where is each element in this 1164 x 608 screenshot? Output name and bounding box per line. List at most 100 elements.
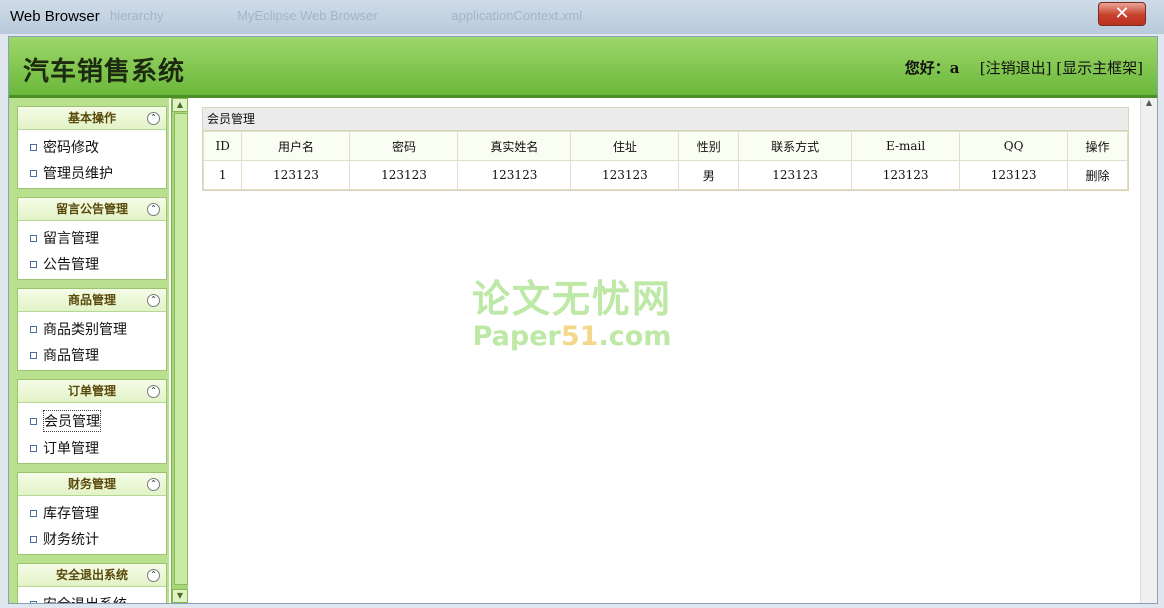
table-row: 1 123123 123123 123123 123123 男 123123 123123 12… [202, 160, 1128, 190]
column-header: 用户名 [241, 131, 351, 161]
sidebar-item[interactable]: 库存管理 [18, 500, 166, 526]
table-cell: 123123 [959, 160, 1069, 190]
table-cell: 123123 [738, 160, 853, 190]
main-content: 会员管理 ID 用户名 密码 真实姓名 住址 性别 联系方式 E-mail QQ 操作 1 1231… [189, 98, 1141, 603]
sidebar-item-label: 库存管理 [43, 506, 99, 522]
sidebar-section-header[interactable]: 基本操作 ⌃ [18, 107, 166, 130]
sidebar-item[interactable]: 商品管理 [18, 342, 166, 368]
bullet-icon [30, 444, 37, 452]
sidebar-item-label: 留言管理 [43, 231, 99, 247]
sidebar-item[interactable]: 密码修改 [18, 134, 166, 160]
sidebar-item[interactable]: 管理员维护 [18, 160, 166, 186]
table-cell: 123123 [241, 160, 351, 190]
column-header: 性别 [678, 131, 740, 161]
app-title: 汽车销售系统 [23, 57, 186, 87]
bullet-icon [30, 535, 37, 543]
sidebar-section: 留言公告管理 ⌃ 留言管理公告管理 [17, 197, 167, 280]
sidebar-item-label: 密码修改 [43, 140, 99, 156]
sidebar-item-label: 安全退出系统 [43, 594, 127, 603]
logout-link[interactable]: [注销退出] [980, 59, 1052, 77]
bullet-icon [30, 600, 37, 603]
panel-title: 会员管理 [203, 108, 1128, 131]
bullet-icon [30, 260, 37, 268]
sidebar-item[interactable]: 订单管理 [18, 435, 166, 461]
bullet-icon [30, 325, 37, 333]
table-cell: 123123 [570, 160, 680, 190]
sidebar-item-label: 订单管理 [43, 441, 99, 457]
background-tabs: hierarchy MyEclipse Web Browser applicat… [110, 8, 652, 23]
column-header: 操作 [1067, 131, 1128, 161]
greeting-label: 您好： [904, 59, 950, 77]
member-panel: 会员管理 ID 用户名 密码 真实姓名 住址 性别 联系方式 E-mail QQ 操作 1 1231… [202, 107, 1129, 191]
username: a [949, 59, 960, 77]
bullet-icon [30, 509, 37, 517]
sidebar-item[interactable]: 留言管理 [18, 225, 166, 251]
header-user-area: 您好：a [注销退出] [显示主框架] [905, 57, 1143, 78]
scroll-down-arrow-icon[interactable]: ▼ [172, 589, 188, 603]
delete-link[interactable]: 删除 [1067, 160, 1128, 190]
sidebar-section-title: 安全退出系统 [55, 568, 128, 582]
collapse-icon[interactable]: ⌃ [147, 112, 160, 125]
column-header: 联系方式 [738, 131, 853, 161]
column-header: QQ [959, 131, 1069, 161]
app-header: 汽车销售系统 您好：a [注销退出] [显示主框架] [9, 37, 1157, 98]
column-header: 密码 [349, 131, 459, 161]
bullet-icon [30, 417, 37, 425]
sidebar-section: 商品管理 ⌃ 商品类别管理 商品管理 [17, 288, 167, 371]
sidebar-item-label: 公告管理 [43, 257, 99, 273]
sidebar-section-title: 留言公告管理 [55, 202, 128, 216]
sidebar-section: 安全退出系统 ⌃ 安全退出系统 [17, 563, 167, 603]
ghost-tab: applicationContext.xml [451, 8, 583, 23]
bullet-icon [30, 169, 37, 177]
close-icon: ✕ [1114, 3, 1130, 24]
scroll-thumb[interactable] [174, 113, 188, 585]
collapse-icon[interactable]: ⌃ [147, 569, 160, 582]
sidebar-section-header[interactable]: 留言公告管理 ⌃ [18, 198, 166, 221]
column-header: E-mail [851, 131, 961, 161]
sidebar-section-header[interactable]: 商品管理 ⌃ [18, 289, 166, 312]
table-header-row: ID 用户名 密码 真实姓名 住址 性别 联系方式 E-mail QQ 操作 [202, 131, 1128, 161]
table-cell: 123123 [851, 160, 961, 190]
sidebar-section-title: 商品管理 [67, 293, 116, 307]
column-header: 真实姓名 [457, 131, 572, 161]
sidebar: 基本操作 ⌃ 密码修改管理员维护留言公告管理 ⌃ 留言管理公告管理商品管理 ⌃ 商品类别管理… [9, 98, 169, 603]
table-cell: 男 [678, 160, 740, 190]
collapse-icon[interactable]: ⌃ [147, 294, 160, 307]
table-cell: 123123 [349, 160, 459, 190]
table-cell: 123123 [457, 160, 572, 190]
scroll-up-arrow-icon[interactable]: ▲ [1141, 98, 1157, 107]
sidebar-item-label: 商品类别管理 [43, 322, 127, 338]
collapse-icon[interactable]: ⌃ [147, 203, 160, 216]
sidebar-section-title: 订单管理 [67, 384, 116, 398]
sidebar-item[interactable]: 公告管理 [18, 251, 166, 277]
window-titlebar: Web Browser hierarchy MyEclipse Web Brow… [0, 0, 1164, 34]
table-cell: 1 [202, 160, 243, 190]
sidebar-item[interactable]: 会员管理 [18, 407, 166, 435]
close-window-button[interactable]: ✕ [1098, 2, 1146, 26]
sidebar-section-title: 基本操作 [67, 111, 116, 125]
sidebar-item-label: 商品管理 [43, 348, 99, 364]
ghost-tab: hierarchy [110, 8, 164, 23]
collapse-icon[interactable]: ⌃ [147, 385, 160, 398]
sidebar-section-header[interactable]: 订单管理 ⌃ [18, 380, 166, 403]
column-header: ID [202, 131, 243, 161]
bullet-icon [30, 351, 37, 359]
sidebar-item[interactable]: 安全退出系统 [18, 591, 166, 603]
scroll-up-arrow-icon[interactable]: ▲ [172, 98, 188, 112]
column-header: 住址 [570, 131, 680, 161]
collapse-icon[interactable]: ⌃ [147, 478, 160, 491]
sidebar-item[interactable]: 商品类别管理 [18, 316, 166, 342]
sidebar-scrollbar[interactable]: ▲ ▼ [171, 98, 188, 603]
sidebar-section-title: 财务管理 [67, 477, 116, 491]
ghost-tab: MyEclipse Web Browser [237, 8, 378, 23]
sidebar-section-header[interactable]: 财务管理 ⌃ [18, 473, 166, 496]
main-scrollbar[interactable]: ▲ [1140, 98, 1157, 603]
app-frame: 汽车销售系统 您好：a [注销退出] [显示主框架] 基本操作 ⌃ 密码修改管理员维… [8, 36, 1158, 604]
sidebar-section-header[interactable]: 安全退出系统 ⌃ [18, 564, 166, 587]
sidebar-section: 基本操作 ⌃ 密码修改管理员维护 [17, 106, 167, 189]
sidebar-section: 财务管理 ⌃ 库存管理财务统计 [17, 472, 167, 555]
sidebar-section: 订单管理 ⌃ 会员管理 订单管理 [17, 379, 167, 464]
bullet-icon [30, 234, 37, 242]
show-main-frame-link[interactable]: [显示主框架] [1056, 59, 1143, 77]
sidebar-item[interactable]: 财务统计 [18, 526, 166, 552]
